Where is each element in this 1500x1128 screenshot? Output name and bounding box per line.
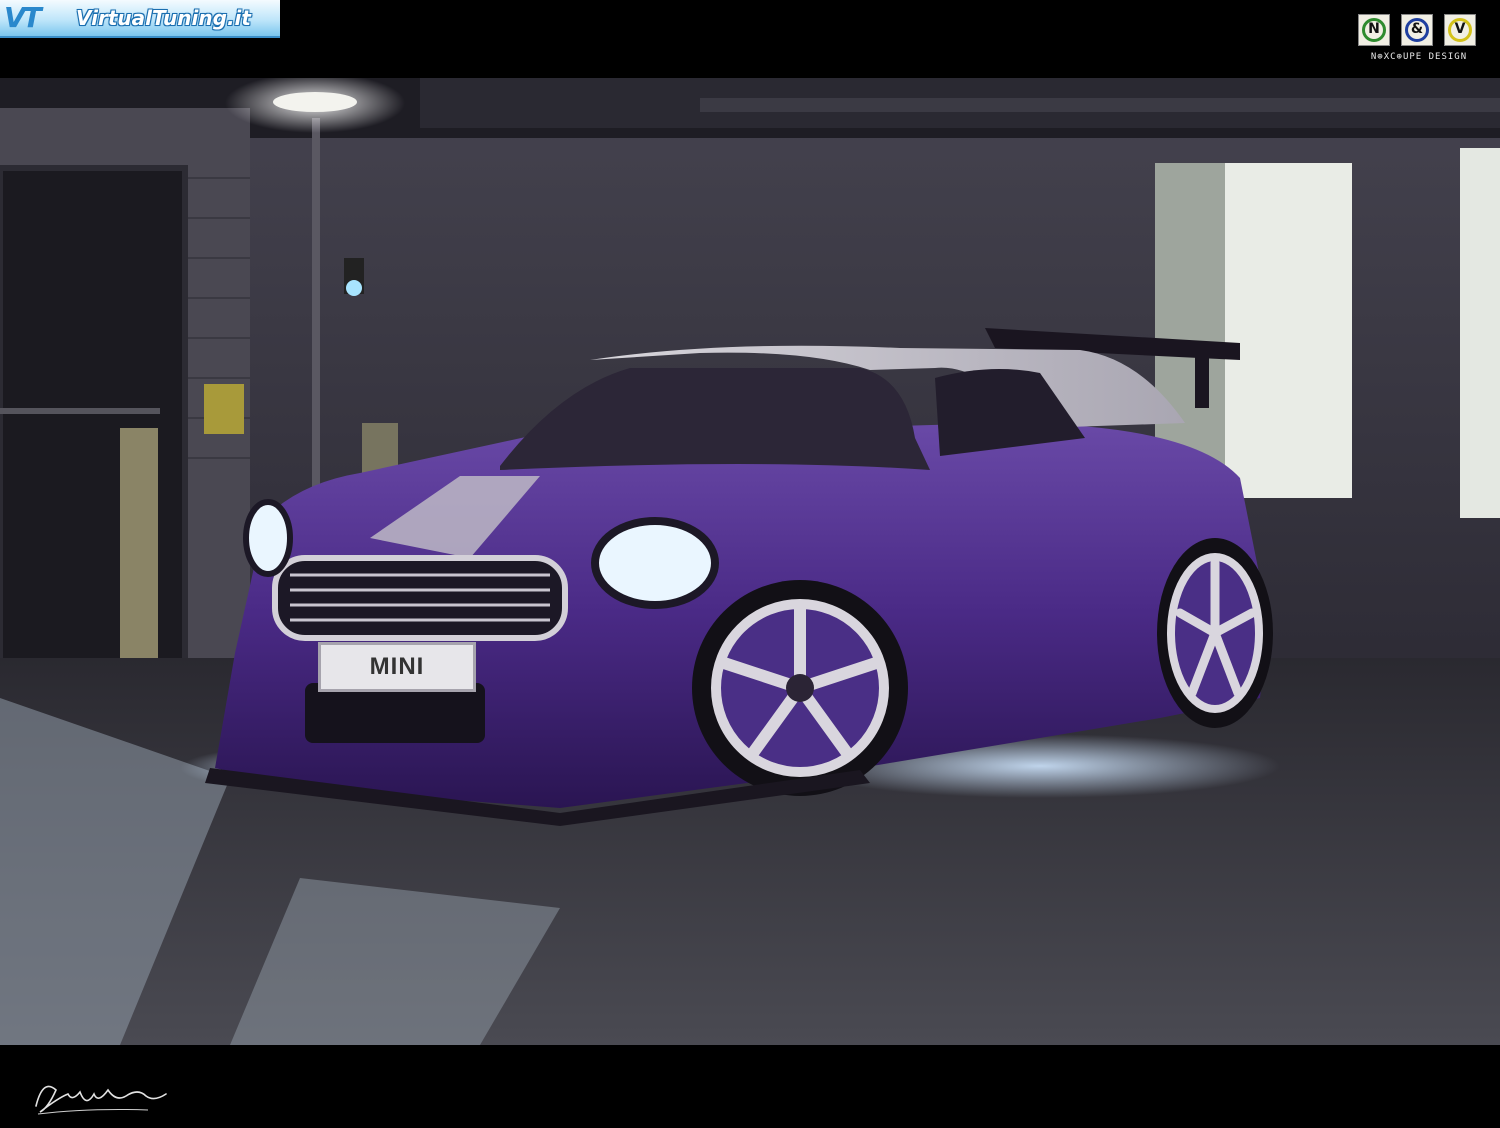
vt-logo-mark: VT [4, 1, 42, 34]
designer-badge-amp: & [1401, 14, 1433, 46]
designer-badge-v: V [1444, 14, 1476, 46]
license-plate: MINI [318, 642, 476, 692]
garage-scene [0, 78, 1500, 1045]
bottom-frame-bar [0, 1045, 1500, 1125]
designer-name: N⊕XC⊕UPE DESIGN [1370, 52, 1468, 62]
designer-badge-n: N [1358, 14, 1390, 46]
garage-scene-svg [0, 78, 1500, 1045]
license-plate-text: MINI [369, 653, 425, 680]
site-watermark: VT VirtualTuning.it [0, 0, 280, 38]
signature-icon [35, 1085, 167, 1115]
designer-logo: N & V N⊕XC⊕UPE DESIGN [1352, 14, 1486, 70]
site-watermark-text: VirtualTuning.it [76, 6, 251, 30]
